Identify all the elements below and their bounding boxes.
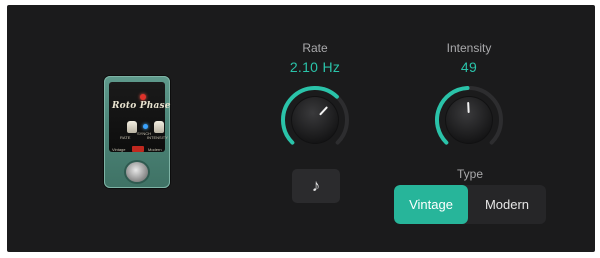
rate-knob[interactable] [279,84,351,161]
pedal-modern-label: Modern [148,147,162,152]
pedal-intensity-knob-icon [151,121,167,134]
rate-value[interactable]: 2.10 Hz [275,59,355,75]
intensity-label: Intensity [446,41,492,55]
pedal-face: Roto Phase RATE SYNCH INTENSITY Vintage … [109,82,171,152]
intensity-knob-svg[interactable] [433,84,505,156]
music-note-icon: ♪ [311,176,321,195]
pedal-switch-icon [132,146,144,152]
rate-label: Rate [302,41,328,55]
pedal-synch-light-icon [143,124,148,129]
type-label: Type [456,167,483,181]
intensity-value[interactable]: 49 [439,59,499,75]
pedal-vintage-label: Vintage [112,147,126,152]
type-option-vintage[interactable]: Vintage [394,185,468,224]
intensity-knob[interactable] [433,84,505,161]
sync-note-button[interactable]: ♪ [292,169,340,203]
pedal-led-icon [140,94,146,100]
type-segmented-control: Vintage Modern [394,185,546,224]
pedal-rate-label: RATE [120,135,131,140]
roto-phase-pedal-image: Roto Phase RATE SYNCH INTENSITY Vintage … [104,76,171,188]
type-option-modern[interactable]: Modern [468,185,546,224]
pedal-footswitch-icon [126,162,148,182]
pedal-title: Roto Phase [112,101,171,111]
pedal-rate-knob-icon [124,121,140,134]
pedal-intensity-label: INTENSITY [147,135,168,140]
rate-knob-svg[interactable] [279,84,351,156]
